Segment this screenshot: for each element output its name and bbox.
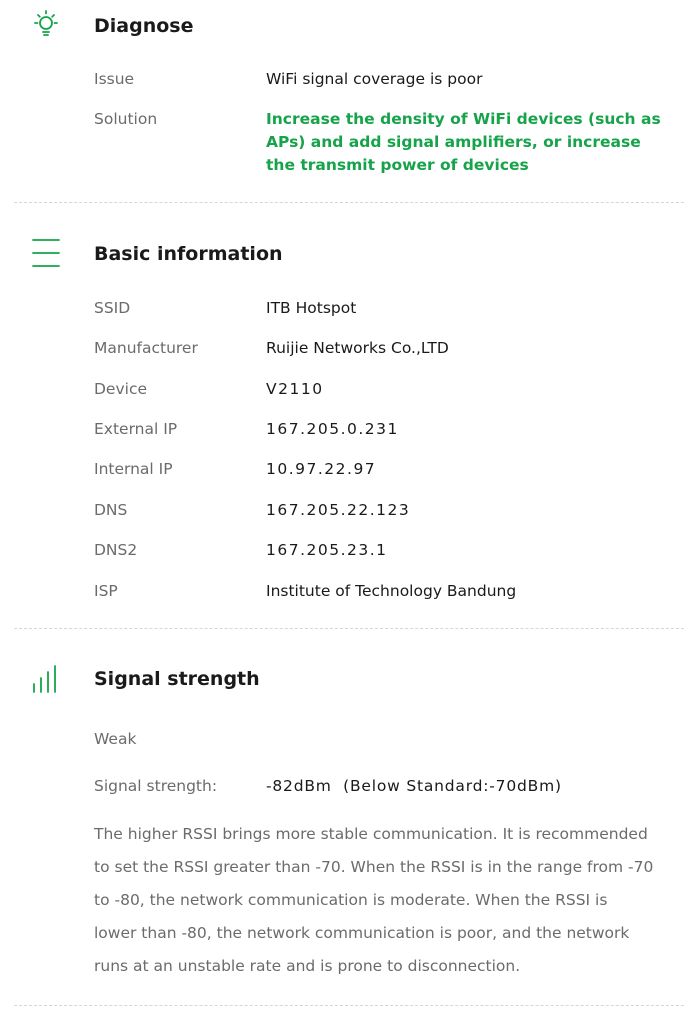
internal-ip-label: Internal IP — [94, 460, 173, 478]
dns-value: 167.205.22.123 — [266, 501, 411, 519]
diagnose-section: Diagnose Issue WiFi signal coverage is p… — [0, 0, 696, 200]
signal-title: Signal strength — [94, 668, 260, 690]
dns2-value: 167.205.23.1 — [266, 541, 388, 559]
ssid-label: SSID — [94, 299, 131, 317]
issue-label: Issue — [94, 70, 135, 88]
section-divider — [14, 1005, 684, 1006]
isp-value: Institute of Technology Bandung — [266, 582, 517, 600]
basic-info-section: Basic information SSID ITB Hotspot Manuf… — [0, 203, 696, 628]
signal-bars-icon — [28, 662, 64, 698]
manufacturer-label: Manufacturer — [94, 339, 198, 357]
ssid-value: ITB Hotspot — [266, 299, 357, 317]
isp-label: ISP — [94, 582, 118, 600]
issue-value: WiFi signal coverage is poor — [266, 70, 483, 88]
signal-strength-value: -82dBm (Below Standard:-70dBm) — [266, 777, 562, 795]
solution-label: Solution — [94, 110, 158, 128]
menu-lines-icon — [28, 235, 64, 271]
solution-value: Increase the density of WiFi devices (su… — [266, 110, 661, 174]
signal-strength-label: Signal strength: — [94, 777, 218, 795]
signal-level: Weak — [94, 730, 137, 748]
external-ip-value: 167.205.0.231 — [266, 420, 399, 438]
lightbulb-icon — [28, 8, 64, 44]
manufacturer-value: Ruijie Networks Co.,LTD — [266, 339, 449, 357]
device-value: V2110 — [266, 380, 324, 398]
dns-label: DNS — [94, 501, 128, 519]
signal-description: The higher RSSI brings more stable commu… — [94, 825, 654, 975]
external-ip-label: External IP — [94, 420, 178, 438]
signal-section: Signal strength Weak Signal strength: -8… — [0, 629, 696, 1024]
basic-info-title: Basic information — [94, 243, 283, 265]
device-label: Device — [94, 380, 148, 398]
internal-ip-value: 10.97.22.97 — [266, 460, 377, 478]
dns2-label: DNS2 — [94, 541, 138, 559]
diagnose-title: Diagnose — [94, 15, 194, 37]
